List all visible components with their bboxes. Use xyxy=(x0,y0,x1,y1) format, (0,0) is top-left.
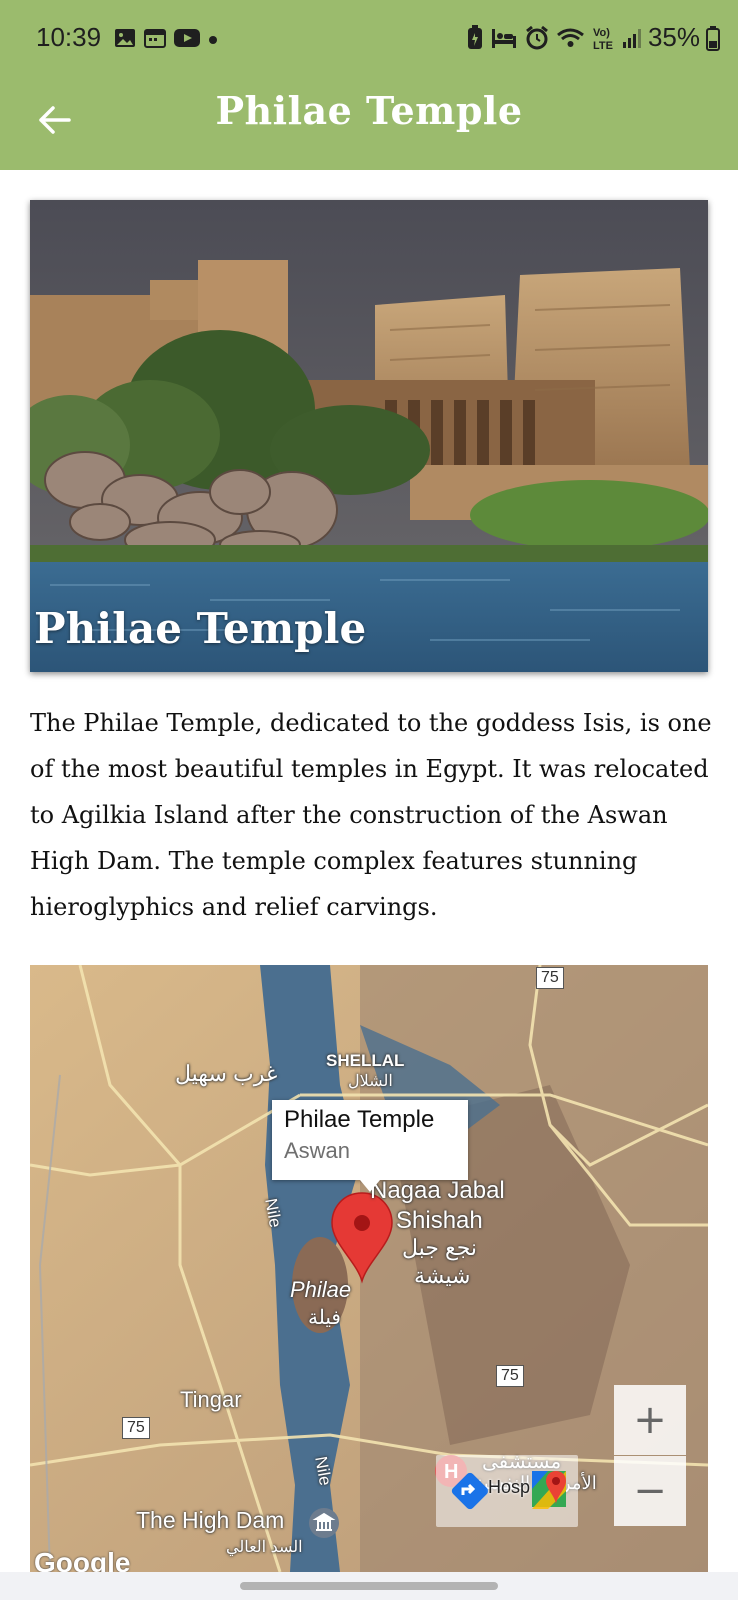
status-left-icons xyxy=(114,28,218,48)
page-title: Philae Temple xyxy=(215,88,523,133)
zoom-out-button[interactable]: − xyxy=(614,1456,686,1526)
map-info-window[interactable]: Philae Temple Aswan xyxy=(272,1100,468,1192)
map-label-gharb-suhayl: غرب سهيل xyxy=(175,1061,278,1086)
map-label-philae-ar: فيلة xyxy=(308,1307,341,1329)
dot-icon xyxy=(209,36,217,44)
home-indicator[interactable] xyxy=(240,1582,498,1590)
temple-photo xyxy=(30,200,708,672)
battery-percent: 35% xyxy=(647,22,700,52)
hero-image: Philae Temple xyxy=(30,200,708,672)
map-label-nagaa-ar2: شيشة xyxy=(414,1263,471,1288)
status-time: 10:39 xyxy=(36,22,102,52)
road-shield-75-a: 75 xyxy=(536,967,564,989)
svg-text:LTE: LTE xyxy=(593,40,613,52)
status-right: Vo) LTE 35% xyxy=(466,22,720,53)
signal-icon xyxy=(622,28,641,48)
map-label-nagaa-1: Nagaa Jabal xyxy=(370,1177,505,1204)
battery-saver-icon xyxy=(467,24,482,49)
map-label-nagaa-2: Shishah xyxy=(396,1207,483,1234)
road-shield-75-c: 75 xyxy=(122,1417,150,1439)
philae-temple-screen: 10:39 Vo) LTE 35% Philae Temple Philae T… xyxy=(0,0,738,1600)
info-window-title: Philae Temple xyxy=(284,1106,435,1133)
map-label-high-dam-ar: السد العالي xyxy=(226,1539,303,1556)
directions-icon[interactable] xyxy=(450,1471,490,1511)
calendar-icon xyxy=(144,29,166,48)
map-view[interactable]: غرب سهيل SHELLAL الشلال Nagaa Jabal Shis… xyxy=(30,965,708,1572)
info-window-tail xyxy=(360,1180,380,1192)
google-maps-icon[interactable] xyxy=(528,1465,570,1515)
google-logo: Google xyxy=(34,1547,131,1572)
volte-icon: Vo)LTE xyxy=(593,27,613,52)
map-label-tingar: Tingar xyxy=(180,1387,242,1412)
battery-icon xyxy=(706,25,720,51)
map-label-shellal: SHELLAL xyxy=(326,1051,405,1070)
map-label-nagaa-ar1: نجع جبل xyxy=(402,1235,478,1260)
status-bar: 10:39 Vo) LTE 35% xyxy=(0,0,738,78)
road-shield-75-b: 75 xyxy=(496,1365,524,1387)
museum-icon xyxy=(309,1508,339,1538)
wifi-icon xyxy=(556,28,584,47)
map-label-philae: Philae xyxy=(290,1277,352,1302)
youtube-icon xyxy=(174,29,200,47)
zoom-in-button[interactable]: + xyxy=(614,1385,686,1455)
map-label-hosp: Hosp xyxy=(488,1477,531,1497)
map-label-shellal-ar: الشلال xyxy=(348,1073,393,1090)
map-toolbar: Hosp xyxy=(436,1455,578,1527)
info-window-subtitle: Aswan xyxy=(284,1138,351,1163)
svg-text:Vo): Vo) xyxy=(593,27,610,39)
description-text: The Philae Temple, dedicated to the godd… xyxy=(30,709,712,921)
hero-caption: Philae Temple xyxy=(34,604,367,653)
image-icon xyxy=(115,29,135,47)
bed-icon xyxy=(491,28,516,48)
map-label-high-dam: The High Dam xyxy=(136,1507,285,1533)
app-bar: Philae Temple xyxy=(0,78,738,170)
alarm-icon xyxy=(526,25,548,49)
